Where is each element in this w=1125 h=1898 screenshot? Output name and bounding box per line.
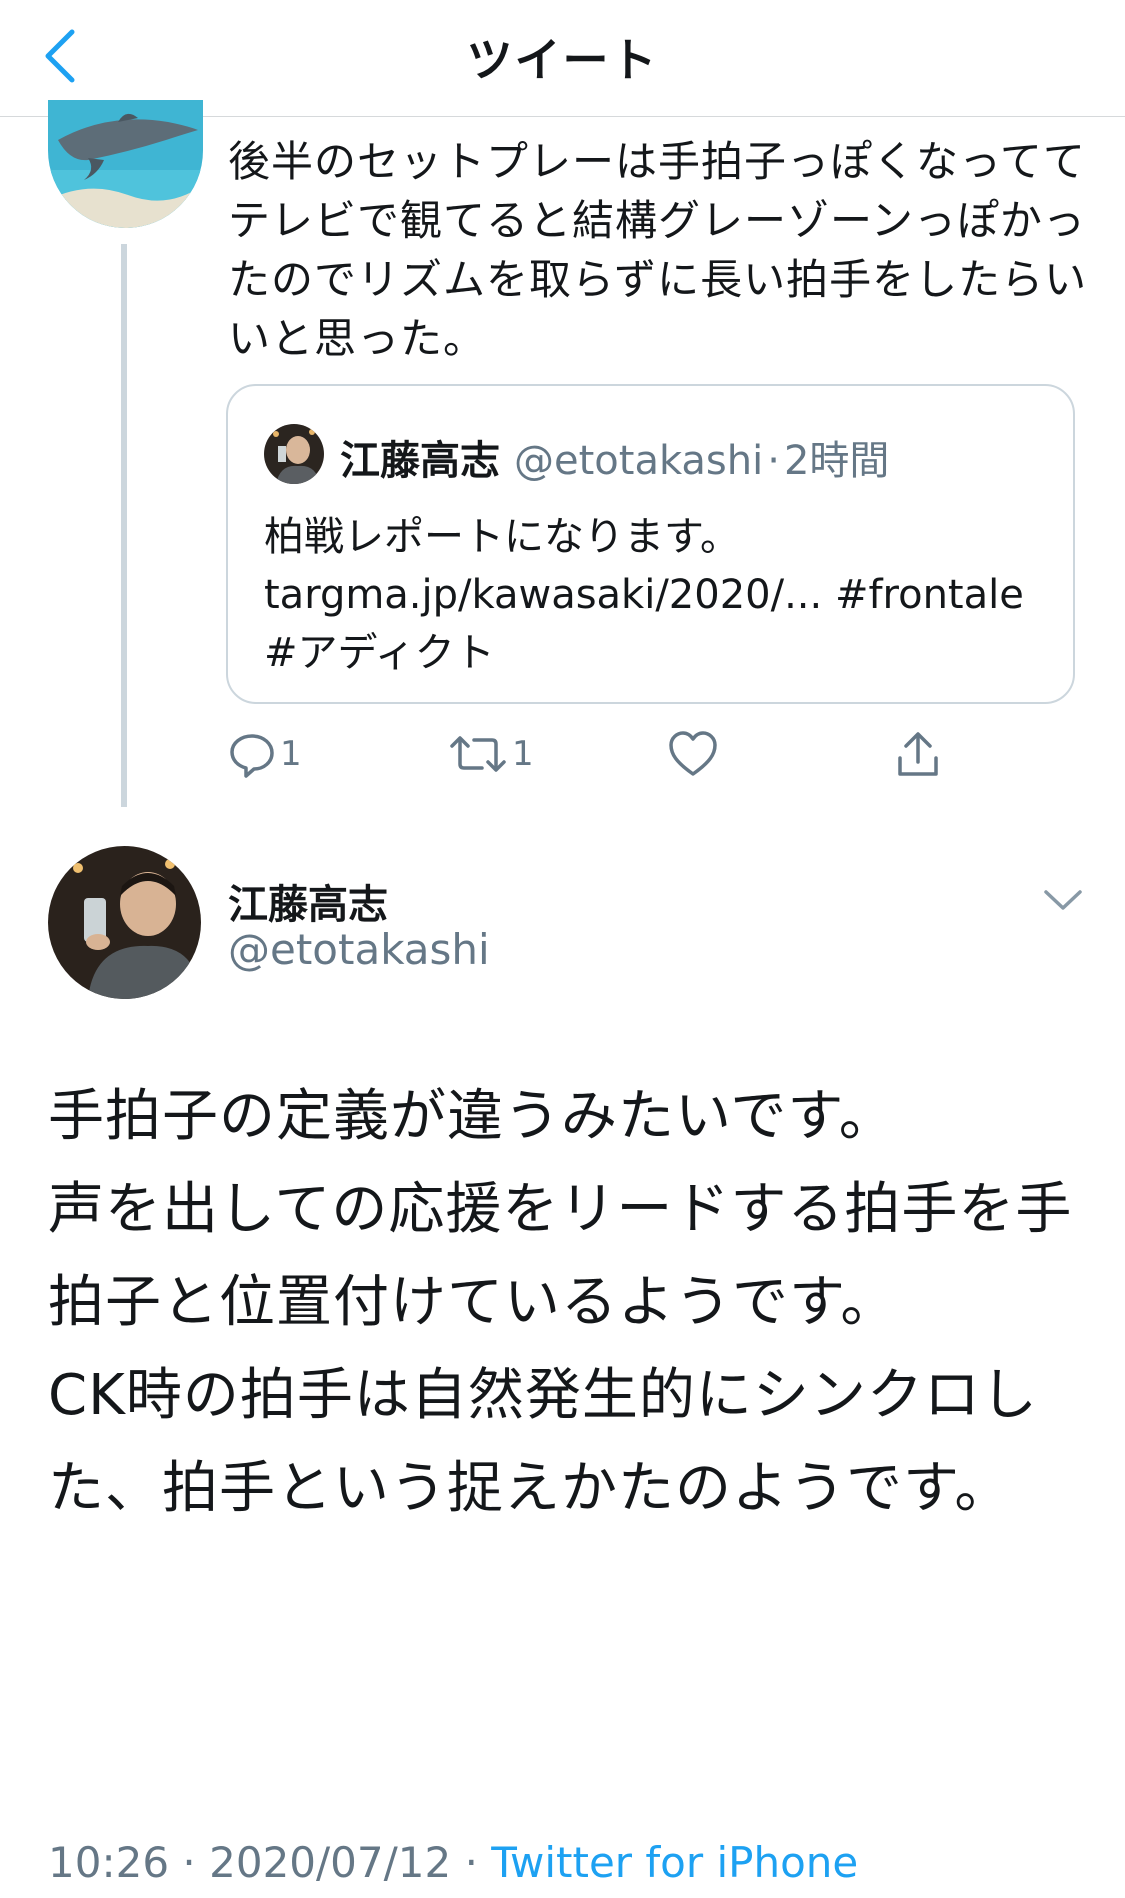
quote-line: #アディクト (264, 630, 495, 676)
author-name[interactable]: 江藤高志 (228, 872, 388, 930)
quote-author-handle: @etotakashi (514, 438, 764, 484)
author-avatar[interactable] (48, 846, 201, 999)
person-avatar-image (48, 846, 201, 999)
retweet-button[interactable]: 1 (448, 724, 534, 784)
meta-separator: · (464, 1838, 478, 1887)
tweet-date: 2020/07/12 (209, 1838, 452, 1887)
retweet-icon (450, 736, 506, 772)
share-button[interactable] (894, 724, 942, 784)
reply-button[interactable]: 1 (228, 724, 302, 784)
reply-count: 1 (280, 734, 302, 774)
quote-avatar (264, 424, 324, 484)
thread-connector (121, 244, 127, 807)
quote-line: targma.jp/kawasaki/2020/... #frontale (264, 572, 1024, 618)
share-icon (898, 732, 938, 776)
tweet-meta: 10:26 · 2020/07/12 · Twitter for iPhone (48, 1838, 858, 1887)
quote-timestamp: 2時間 (783, 438, 890, 484)
quote-separator: · (767, 438, 780, 484)
author-handle[interactable]: @etotakashi (228, 925, 490, 974)
quote-line: 柏戦レポートになります。 (264, 514, 740, 560)
tweet-paragraph: 声を出しての応援をリードする拍手を手拍子と位置付けているようです。 (48, 1177, 1073, 1335)
dolphin-avatar-image (48, 100, 203, 228)
tweet-text: 手拍子の定義が違うみたいです。 声を出しての応援をリードする拍手を手拍子と位置付… (48, 1070, 1088, 1535)
quote-author-name: 江藤高志 (340, 438, 500, 484)
tweet-source-link[interactable]: Twitter for iPhone (491, 1838, 858, 1887)
parent-tweet-text: 後半のセットプレーは手拍子っぽくなっててテレビで観てると結構グレーゾーンっぽかっ… (228, 137, 1088, 363)
retweet-count: 1 (512, 734, 534, 774)
tweet-paragraph: CK時の拍手は自然発生的にシンクロした、拍手という捉えかたのようです。 (48, 1363, 1038, 1521)
quote-header: 江藤高志 @etotakashi · 2時間 (340, 428, 889, 486)
heart-icon (669, 731, 717, 776)
chevron-down-icon (1044, 890, 1082, 910)
page-title: ツイート (466, 33, 659, 87)
reply-icon (230, 734, 274, 778)
meta-separator: · (182, 1838, 196, 1887)
tweet-time: 10:26 (48, 1838, 170, 1887)
more-options-button[interactable] (1040, 882, 1086, 918)
avatar[interactable] (48, 100, 203, 228)
like-button[interactable] (668, 724, 718, 784)
quoted-tweet-card[interactable]: 江藤高志 @etotakashi · 2時間 柏戦レポートになります。 targma.… (226, 384, 1075, 704)
quote-text: 柏戦レポートになります。 targma.jp/kawasaki/2020/...… (264, 508, 1054, 682)
tweet-paragraph: 手拍子の定義が違うみたいです。 (48, 1084, 896, 1149)
person-avatar-image (264, 424, 324, 484)
